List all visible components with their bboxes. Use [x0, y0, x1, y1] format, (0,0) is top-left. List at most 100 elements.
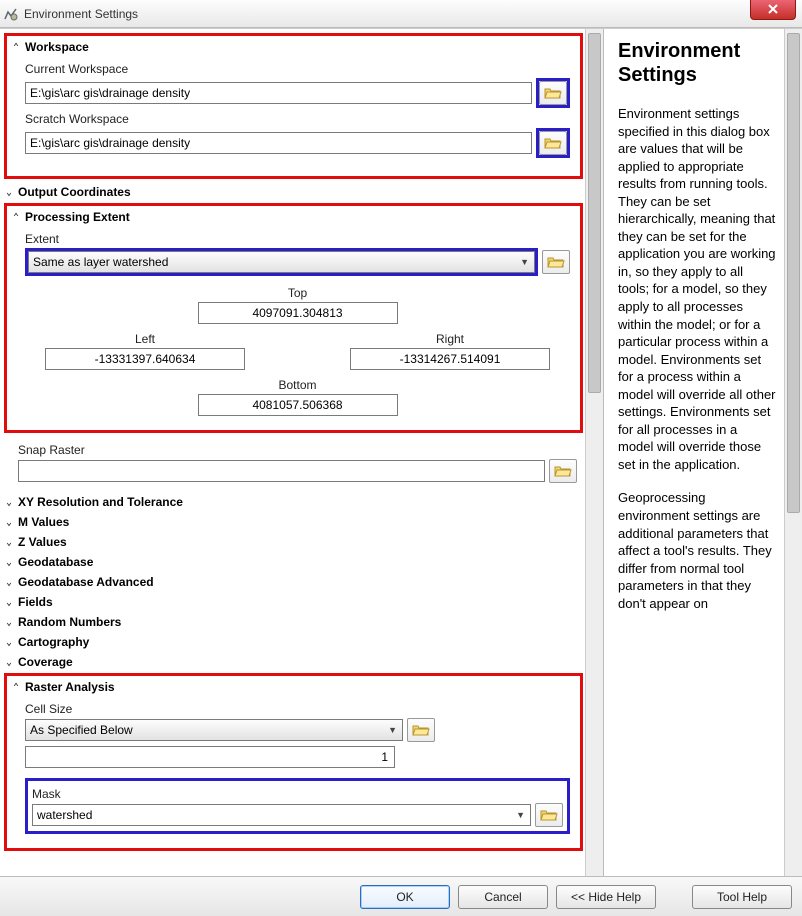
extent-right: Right -13314267.514091 — [350, 328, 550, 370]
browse-scratch-workspace-button[interactable] — [539, 131, 567, 155]
section-header-m-values[interactable]: ⌄ M Values — [4, 513, 583, 531]
section-title: XY Resolution and Tolerance — [18, 495, 183, 509]
folder-open-icon — [547, 255, 565, 269]
raster-analysis-highlight: ⌃ Raster Analysis Cell Size As Specified… — [4, 673, 583, 851]
help-pane: Environment Settings Environment setting… — [604, 29, 802, 876]
help-paragraph-1: Environment settings specified in this d… — [618, 105, 776, 473]
section-title: Random Numbers — [18, 615, 121, 629]
title-bar: Environment Settings — [0, 0, 802, 28]
section-title: Raster Analysis — [25, 680, 115, 694]
browse-snap-raster-button[interactable] — [549, 459, 577, 483]
browse-mask-button[interactable] — [535, 803, 563, 827]
chevron-down-icon: ⌄ — [4, 557, 14, 568]
window-title: Environment Settings — [24, 7, 138, 21]
extent-top: Top 4097091.304813 — [198, 282, 398, 324]
app-icon — [2, 5, 20, 23]
section-output-coordinates: ⌄ Output Coordinates — [4, 183, 583, 201]
section-header-xy-resolution[interactable]: ⌄ XY Resolution and Tolerance — [4, 493, 583, 511]
cell-size-label: Cell Size — [25, 702, 570, 716]
section-header-processing-extent[interactable]: ⌃ Processing Extent — [11, 208, 576, 226]
scratch-workspace-label: Scratch Workspace — [25, 112, 570, 126]
chevron-up-icon: ⌃ — [11, 42, 21, 53]
tool-help-button[interactable]: Tool Help — [692, 885, 792, 909]
mask-select[interactable]: watershed — [32, 804, 531, 826]
extent-bottom-label: Bottom — [198, 378, 398, 392]
chevron-down-icon: ⌄ — [4, 597, 14, 608]
section-header-workspace[interactable]: ⌃ Workspace — [11, 38, 576, 56]
section-title: Geodatabase Advanced — [18, 575, 154, 589]
section-processing-extent: ⌃ Processing Extent Extent Same as layer… — [11, 208, 576, 422]
extent-top-input[interactable]: 4097091.304813 — [198, 302, 398, 324]
section-title: Output Coordinates — [18, 185, 131, 199]
chevron-down-icon: ⌄ — [4, 617, 14, 628]
folder-open-icon — [540, 808, 558, 822]
extent-left: Left -13331397.640634 — [45, 328, 245, 370]
scratch-workspace-input[interactable]: E:\gis\arc gis\drainage density — [25, 132, 532, 154]
scroll-thumb[interactable] — [588, 33, 601, 393]
section-header-geodatabase-advanced[interactable]: ⌄ Geodatabase Advanced — [4, 573, 583, 591]
folder-open-icon — [544, 136, 562, 150]
chevron-down-icon: ⌄ — [4, 577, 14, 588]
section-header-cartography[interactable]: ⌄ Cartography — [4, 633, 583, 651]
cell-size-select[interactable]: As Specified Below — [25, 719, 403, 741]
extent-right-label: Right — [350, 332, 550, 346]
extent-left-input[interactable]: -13331397.640634 — [45, 348, 245, 370]
section-title: M Values — [18, 515, 69, 529]
section-raster-analysis: ⌃ Raster Analysis Cell Size As Specified… — [11, 678, 576, 840]
extent-bottom: Bottom 4081057.506368 — [198, 374, 398, 416]
chevron-down-icon: ⌄ — [4, 187, 14, 198]
section-header-geodatabase[interactable]: ⌄Geodatabase — [4, 553, 583, 571]
section-header-fields[interactable]: ⌄ Fields — [4, 593, 583, 611]
folder-open-icon — [544, 86, 562, 100]
current-workspace-input[interactable]: E:\gis\arc gis\drainage density — [25, 82, 532, 104]
settings-pane: ⌃ Workspace Current Workspace E:\gis\arc… — [0, 29, 604, 876]
section-title: Workspace — [25, 40, 89, 54]
extent-right-input[interactable]: -13314267.514091 — [350, 348, 550, 370]
extent-label: Extent — [25, 232, 570, 246]
extent-left-label: Left — [45, 332, 245, 346]
settings-content: ⌃ Workspace Current Workspace E:\gis\arc… — [0, 29, 585, 876]
chevron-down-icon: ⌄ — [4, 657, 14, 668]
settings-scrollbar[interactable] — [585, 29, 603, 876]
section-title: Processing Extent — [25, 210, 130, 224]
main-area: ⌃ Workspace Current Workspace E:\gis\arc… — [0, 28, 802, 876]
help-scrollbar[interactable] — [784, 29, 802, 876]
chevron-up-icon: ⌃ — [11, 212, 21, 223]
workspace-highlight: ⌃ Workspace Current Workspace E:\gis\arc… — [4, 33, 583, 179]
section-header-raster-analysis[interactable]: ⌃ Raster Analysis — [11, 678, 576, 696]
extent-select[interactable]: Same as layer watershed — [28, 251, 535, 273]
section-title: Coverage — [18, 655, 73, 669]
folder-open-icon — [412, 723, 430, 737]
chevron-down-icon: ⌄ — [4, 637, 14, 648]
section-header-z-values[interactable]: ⌄Z Values — [4, 533, 583, 551]
section-title: Cartography — [18, 635, 89, 649]
cell-size-value-input[interactable]: 1 — [25, 746, 395, 768]
extent-bottom-input[interactable]: 4081057.506368 — [198, 394, 398, 416]
section-workspace: ⌃ Workspace Current Workspace E:\gis\arc… — [11, 38, 576, 168]
chevron-down-icon: ⌄ — [4, 497, 14, 508]
browse-current-workspace-button[interactable] — [539, 81, 567, 105]
snap-raster-label: Snap Raster — [18, 443, 577, 457]
cancel-button[interactable]: Cancel — [458, 885, 548, 909]
chevron-down-icon: ⌄ — [4, 517, 14, 528]
folder-open-icon — [554, 464, 572, 478]
close-button[interactable] — [750, 0, 796, 20]
section-header-output-coordinates[interactable]: ⌄ Output Coordinates — [4, 183, 583, 201]
browse-cell-size-button[interactable] — [407, 718, 435, 742]
extent-top-label: Top — [198, 286, 398, 300]
scroll-thumb[interactable] — [787, 33, 800, 513]
chevron-up-icon: ⌃ — [11, 682, 21, 693]
snap-raster-input[interactable] — [18, 460, 545, 482]
current-workspace-label: Current Workspace — [25, 62, 570, 76]
section-header-coverage[interactable]: ⌄ Coverage — [4, 653, 583, 671]
dialog-footer: OK Cancel << Hide Help Tool Help — [0, 876, 802, 916]
section-header-random-numbers[interactable]: ⌄ Random Numbers — [4, 613, 583, 631]
section-title: Fields — [18, 595, 53, 609]
section-title: Z Values — [18, 535, 67, 549]
mask-label: Mask — [32, 787, 563, 801]
hide-help-button[interactable]: << Hide Help — [556, 885, 656, 909]
browse-extent-button[interactable] — [542, 250, 570, 274]
ok-button[interactable]: OK — [360, 885, 450, 909]
help-title: Environment Settings — [618, 39, 776, 87]
help-content: Environment Settings Environment setting… — [604, 29, 784, 876]
